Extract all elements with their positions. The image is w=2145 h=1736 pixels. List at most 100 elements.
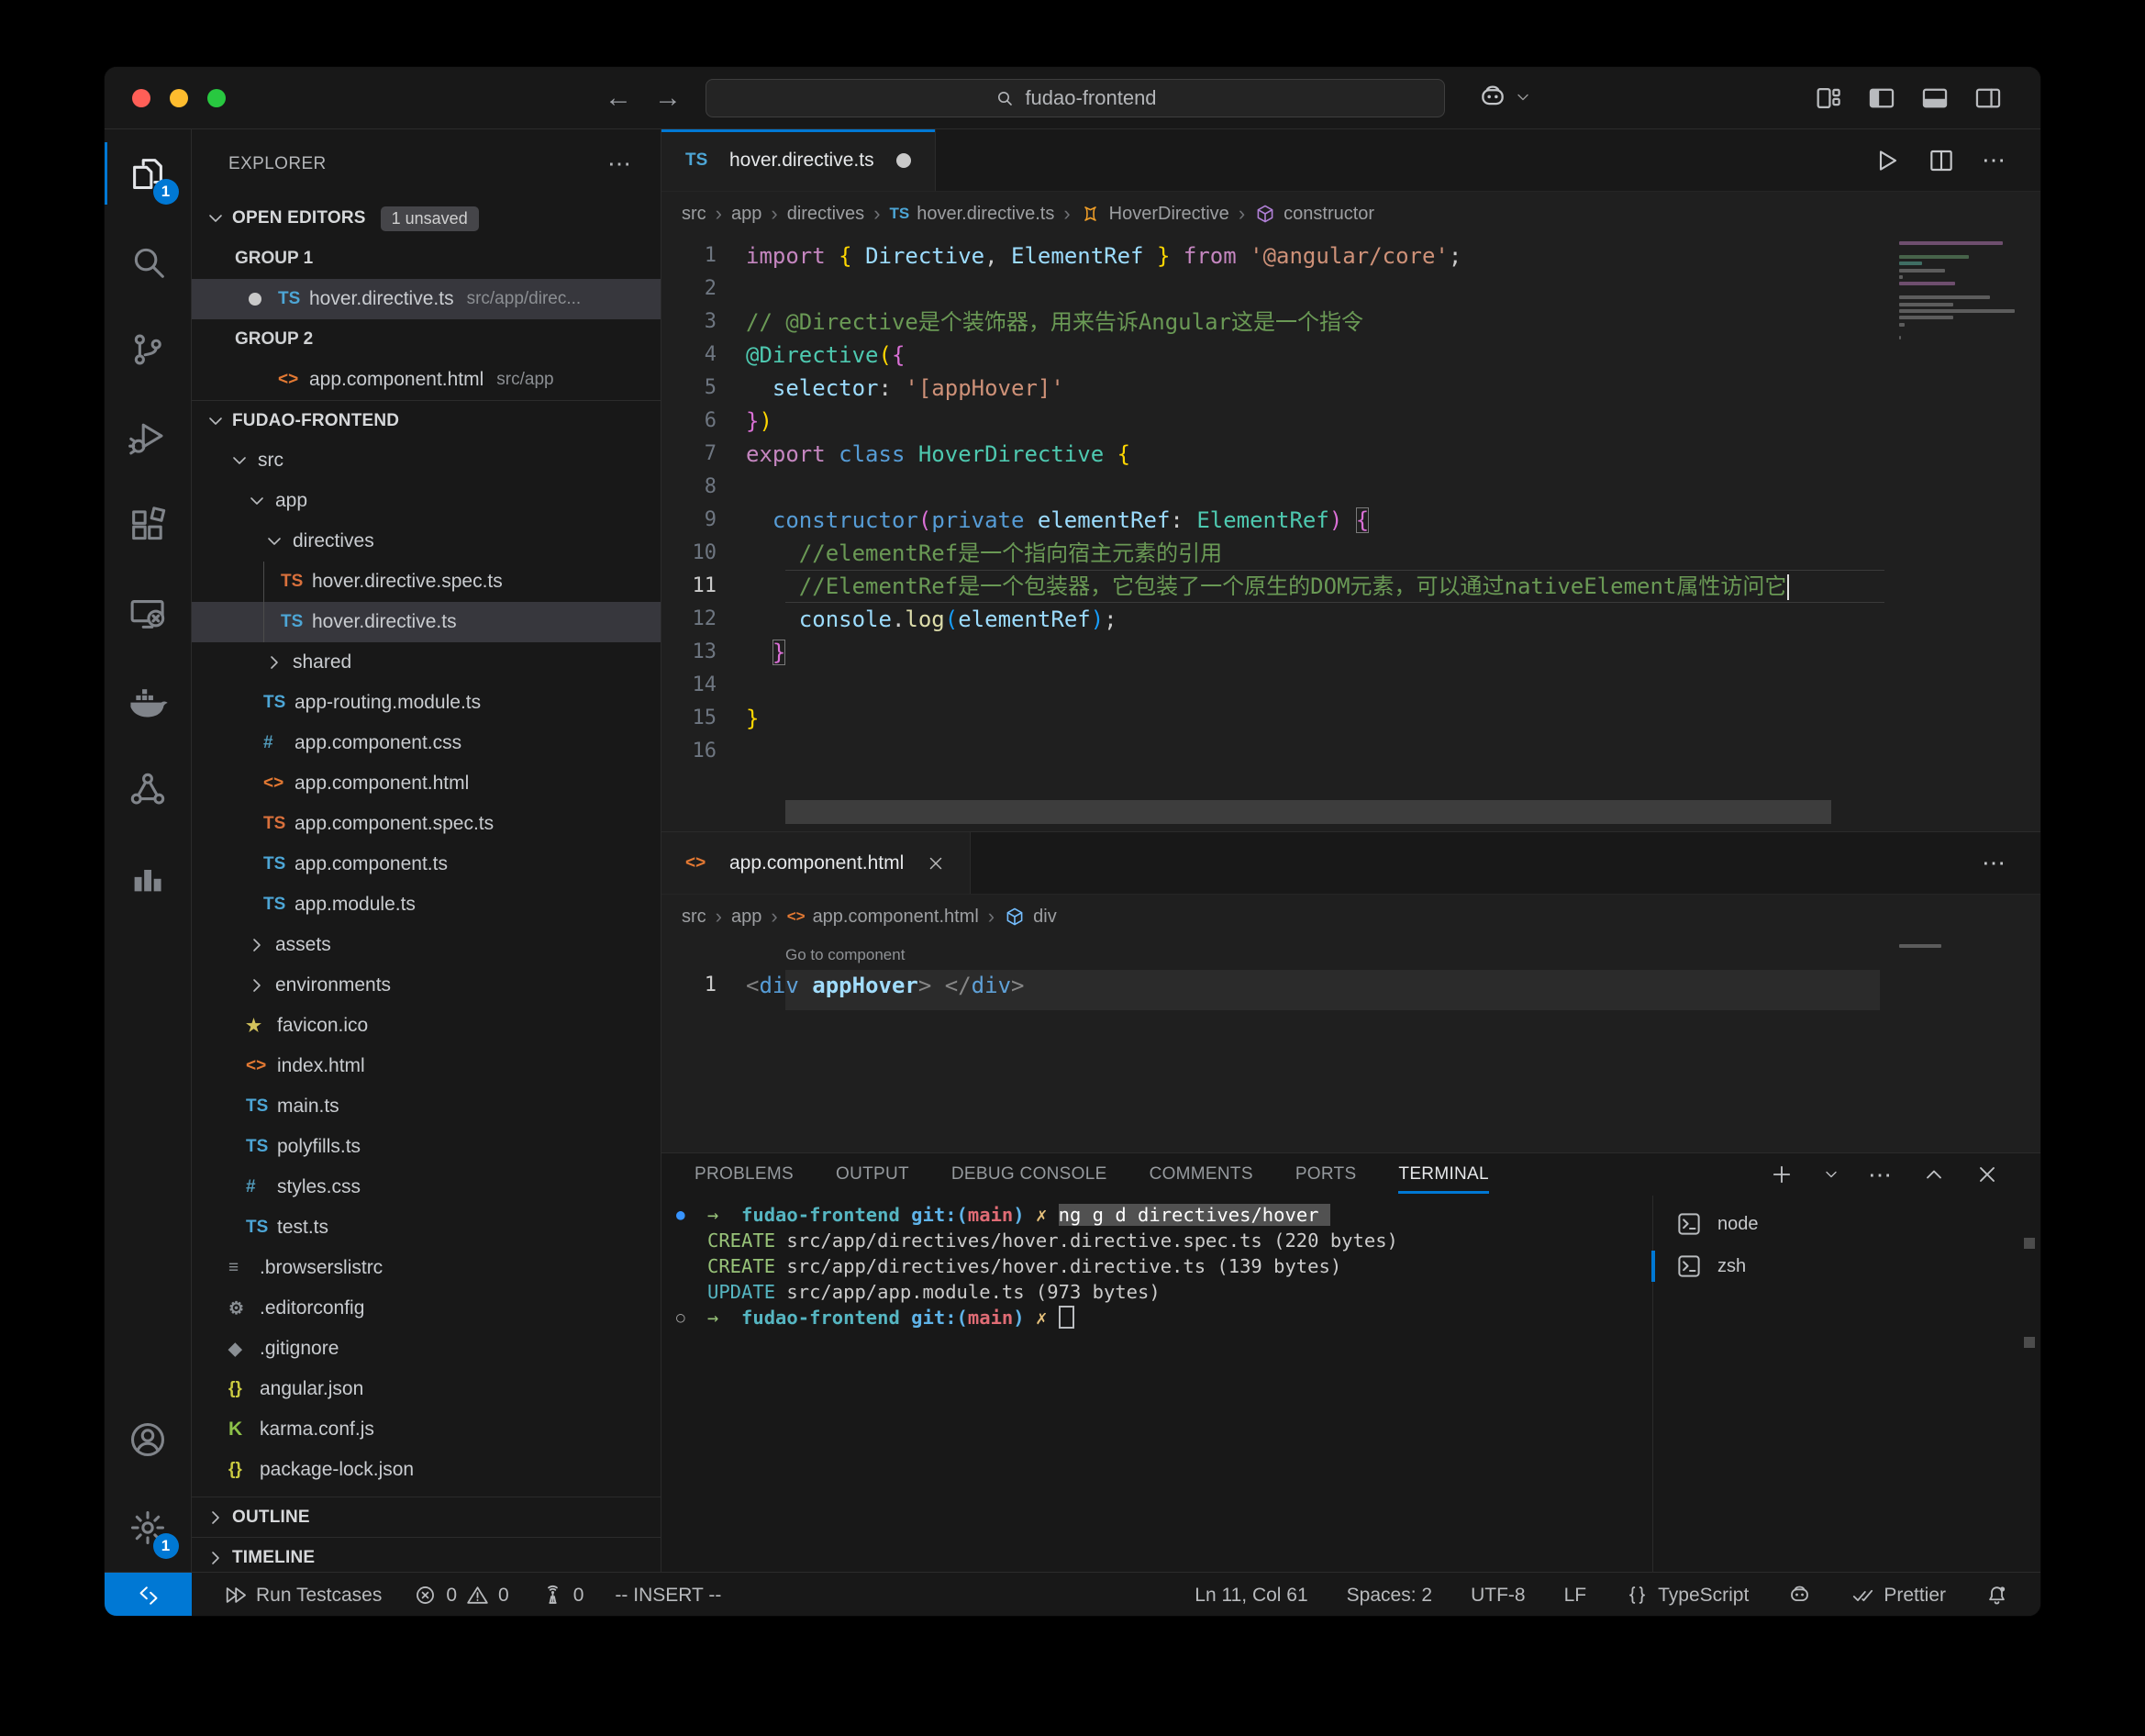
minimap[interactable] [1899,241,2020,350]
terminal-instance-zsh[interactable]: zsh [1651,1245,2040,1287]
activity-search[interactable] [105,217,192,306]
panel-tab-debug-console[interactable]: DEBUG CONSOLE [951,1153,1107,1196]
tree-file-favicon-ico[interactable]: ★ favicon.ico [192,1006,661,1046]
maximize-panel-icon[interactable] [1921,1162,1947,1187]
tree-file-app-component-html[interactable]: <> app.component.html [192,763,661,804]
activity-source-control[interactable] [105,306,192,394]
close-tab-icon[interactable] [926,853,946,874]
terminal[interactable]: ● → fudao-frontend git:(main) ✗ ng g d di… [661,1196,1652,1572]
tree-folder-environments[interactable]: environments [192,965,661,1006]
remote-indicator[interactable] [105,1573,192,1616]
status-encoding[interactable]: UTF-8 [1471,1585,1526,1607]
outline-section-header[interactable]: OUTLINE [192,1497,661,1537]
code-editor[interactable]: 1 import { Directive, ElementRef } from '… [661,236,2040,831]
tree-file-index-html[interactable]: <> index.html [192,1046,661,1086]
breadcrumb-item[interactable]: TS hover.directive.ts [890,204,1055,225]
open-editors-header[interactable]: OPEN EDITORS 1 unsaved [192,198,661,239]
breadcrumb-item[interactable]: src [682,907,706,928]
close-panel-icon[interactable] [1974,1162,2000,1187]
customize-layout-icon[interactable] [1813,83,1844,114]
status-cursor-position[interactable]: Ln 11, Col 61 [1195,1585,1307,1607]
tree-file-test-ts[interactable]: TS test.ts [192,1207,661,1248]
status-ports-forwarded[interactable]: 0 [540,1583,583,1608]
tab-hover-directive-ts[interactable]: TS hover.directive.ts [661,129,936,191]
tree-file--editorconfig[interactable]: ⚙ .editorconfig [192,1288,661,1329]
tree-file-package-lock-json[interactable]: {} package-lock.json [192,1450,661,1490]
toggle-secondary-sidebar-icon[interactable] [1973,83,2004,114]
breadcrumb-item[interactable]: app [731,204,761,225]
terminal-instance-node[interactable]: node [1653,1203,2040,1245]
status-problems[interactable]: 00 [413,1583,509,1608]
open-editor-item[interactable]: TS hover.directive.ts src/app/direc... [192,279,661,319]
open-editor-item[interactable]: <> app.component.html src/app [192,360,661,400]
activity-accounts[interactable] [105,1396,192,1484]
tree-file-app-module-ts[interactable]: TS app.module.ts [192,885,661,925]
tree-folder-src[interactable]: src [192,440,661,481]
tree-file-app-component-spec-ts[interactable]: TS app.component.spec.ts [192,804,661,844]
activity-extensions[interactable] [105,482,192,570]
activity-settings[interactable]: 1 [105,1484,192,1572]
command-decoration-icon[interactable]: ● [676,1202,685,1228]
panel-tab-comments[interactable]: COMMENTS [1150,1153,1253,1196]
tree-file-main-ts[interactable]: TS main.ts [192,1086,661,1127]
breadcrumb-item[interactable]: directives [787,204,864,225]
tree-file-karma-conf-js[interactable]: Kkarma.conf.js [192,1409,661,1450]
tree-file-app-component-ts[interactable]: TS app.component.ts [192,844,661,885]
tree-folder-app[interactable]: app [192,481,661,521]
panel-tab-problems[interactable]: PROBLEMS [695,1153,794,1196]
status-vim-mode[interactable]: -- INSERT -- [615,1585,721,1607]
tree-file-styles-css[interactable]: # styles.css [192,1167,661,1207]
status-language-mode[interactable]: TypeScript [1625,1583,1749,1608]
breadcrumb-item[interactable]: HoverDirective [1080,203,1229,225]
command-center-search[interactable]: fudao-frontend [706,79,1445,117]
tree-file-hover-directive-spec-ts[interactable]: TS hover.directive.spec.ts [192,562,661,602]
nav-back-icon[interactable]: ← [605,83,632,114]
tree-file--gitignore[interactable]: ◆ .gitignore [192,1329,661,1369]
panel-more-actions-icon[interactable]: ⋯ [1868,1161,1894,1189]
tree-folder-directives[interactable]: directives [192,521,661,562]
command-decoration-icon[interactable]: ○ [676,1305,685,1330]
activity-run-debug[interactable] [105,394,192,482]
breadcrumb-item[interactable]: div [1004,906,1057,928]
breadcrumb-item[interactable]: app [731,907,761,928]
timeline-section-header[interactable]: TIMELINE [192,1537,661,1572]
editor-more-actions-icon[interactable]: ⋯ [1982,849,2007,877]
tree-file-polyfills-ts[interactable]: TS polyfills.ts [192,1127,661,1167]
status-run-testcases[interactable]: Run Testcases [223,1583,382,1608]
editor-more-actions-icon[interactable]: ⋯ [1982,146,2007,174]
run-file-button[interactable] [1872,146,1901,175]
status-notifications[interactable] [1984,1583,2009,1608]
activity-explorer[interactable]: 1 [105,129,192,217]
tree-file--browserslistrc[interactable]: ≡ .browserslistrc [192,1248,661,1288]
copilot-menu[interactable] [1477,82,1532,113]
tree-file-hover-directive-ts[interactable]: TS hover.directive.ts [192,602,661,642]
panel-tab-ports[interactable]: PORTS [1295,1153,1357,1196]
tree-folder-assets[interactable]: assets [192,925,661,965]
panel-tab-output[interactable]: OUTPUT [836,1153,909,1196]
breadcrumb-item[interactable]: <> app.component.html [787,907,979,928]
close-window-button[interactable] [132,89,150,107]
code-editor[interactable]: Go to component 1 <div appHover> </div> [661,939,2040,1152]
tree-file-app-routing-module-ts[interactable]: TS app-routing.module.ts [192,683,661,723]
status-formatter[interactable]: Prettier [1850,1583,1946,1608]
activity-docker[interactable] [105,658,192,746]
minimap[interactable] [1899,944,2020,951]
nav-forward-icon[interactable]: → [654,83,682,114]
breadcrumb-item[interactable]: constructor [1254,203,1374,225]
explorer-more-actions-icon[interactable]: ⋯ [607,150,633,178]
status-indentation[interactable]: Spaces: 2 [1347,1585,1432,1607]
horizontal-scrollbar[interactable] [785,800,1831,824]
tab-app-component-html[interactable]: <> app.component.html [661,832,972,894]
tree-file-app-component-css[interactable]: # app.component.css [192,723,661,763]
terminal-profiles-dropdown-icon[interactable] [1822,1165,1840,1184]
status-copilot-status[interactable] [1787,1583,1812,1608]
tree-file-angular-json[interactable]: {} angular.json [192,1369,661,1409]
new-terminal-button[interactable] [1769,1162,1795,1187]
activity-metrics[interactable] [105,834,192,922]
activity-remote-explorer[interactable] [105,570,192,658]
project-section-header[interactable]: FUDAO-FRONTEND [192,400,661,440]
toggle-primary-sidebar-icon[interactable] [1866,83,1897,114]
toggle-panel-icon[interactable] [1919,83,1951,114]
minimize-window-button[interactable] [170,89,188,107]
split-editor-button[interactable] [1927,146,1956,175]
